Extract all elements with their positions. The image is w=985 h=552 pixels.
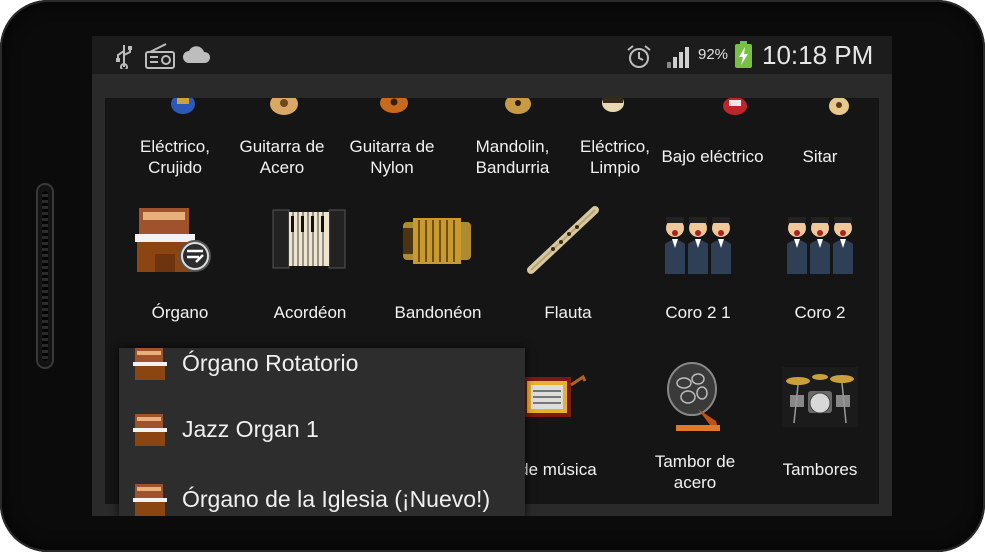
instrument-label: Sitar <box>802 147 838 166</box>
flute-icon <box>527 206 599 274</box>
instrument-label: Tambor de acero <box>654 452 736 492</box>
popup-item-label: Órgano de la Iglesia (¡Nuevo!) <box>182 486 491 512</box>
organ-variant-popup: Órgano Rotatorio Jazz Organ 1 Órgano de … <box>119 348 525 516</box>
instrument-choir-2[interactable]: Coro 2 <box>760 198 879 328</box>
instrument-steel-guitar[interactable]: Guitarra de Acero <box>222 98 342 184</box>
battery-percent: 92% <box>698 46 729 63</box>
accordion-icon <box>272 209 346 269</box>
cloud-icon <box>183 46 211 63</box>
choir-icon <box>665 217 731 274</box>
instrument-label: Órgano <box>151 303 209 322</box>
instrument-label: Guitarra de Nylon <box>349 137 435 177</box>
popup-item-label: Órgano Rotatorio <box>182 350 359 376</box>
instrument-organ[interactable]: Órgano <box>115 198 245 328</box>
usb-icon <box>116 45 132 69</box>
speaker-grille <box>36 183 54 369</box>
battery-charging-icon <box>735 41 752 68</box>
instrument-label: Eléctrico, Crujido <box>140 137 210 177</box>
clock: 10:18 PM <box>762 40 874 70</box>
instrument-flute[interactable]: Flauta <box>503 198 633 328</box>
popup-item-label: Jazz Organ 1 <box>182 416 319 442</box>
radio-icon <box>145 43 175 69</box>
drums-icon <box>782 367 858 427</box>
electric-guitar-icon <box>171 98 195 114</box>
instrument-electric-bass[interactable]: Bajo eléctrico <box>645 98 780 184</box>
organ-small-icon <box>133 484 167 516</box>
steel-guitar-icon <box>270 98 298 115</box>
screen: 92% 10:18 PM Eléctrico, Crujido Guitarra… <box>92 36 892 516</box>
instrument-sitar[interactable]: Sitar <box>765 98 875 184</box>
popup-item-jazz-organ-1[interactable]: Jazz Organ 1 <box>119 404 525 464</box>
status-bar: 92% 10:18 PM <box>92 36 892 74</box>
instrument-label: Coro 2 <box>794 303 846 322</box>
popup-item-rotary-organ[interactable]: Órgano Rotatorio <box>119 348 525 398</box>
organ-small-icon <box>133 348 167 380</box>
instrument-drums[interactable]: Tambores <box>760 353 879 493</box>
instrument-accordion[interactable]: Acordéon <box>245 198 375 328</box>
instrument-label: Acordéon <box>273 303 347 322</box>
sitar-icon <box>829 98 849 115</box>
choir-icon <box>787 217 853 274</box>
instrument-label: Guitarra de Acero <box>239 137 325 177</box>
music-box-icon <box>523 374 587 417</box>
instrument-label: Bajo eléctrico <box>661 147 764 166</box>
instrument-label: Coro 2 1 <box>665 303 731 322</box>
organ-small-icon <box>133 414 167 446</box>
organ-icon <box>135 208 211 272</box>
alarm-icon <box>627 45 651 68</box>
electric-bass-icon <box>723 98 747 115</box>
instrument-label: Flauta <box>544 303 592 322</box>
popup-item-church-organ[interactable]: Órgano de la Iglesia (¡Nuevo!) <box>119 474 525 516</box>
electric-guitar-clean-icon <box>602 98 624 112</box>
instrument-label: Tambores <box>782 460 858 479</box>
instrument-label: Bandonéon <box>394 303 482 322</box>
instrument-electric-crunch[interactable]: Eléctrico, Crujido <box>115 98 235 184</box>
instrument-bandoneon[interactable]: Bandonéon <box>373 198 503 328</box>
bandoneon-icon <box>403 218 471 264</box>
instrument-choir-2-1[interactable]: Coro 2 1 <box>633 198 763 328</box>
mandolin-icon <box>505 98 531 114</box>
steel-drum-icon <box>667 362 720 431</box>
nylon-guitar-icon <box>380 98 408 113</box>
instrument-nylon-guitar[interactable]: Guitarra de Nylon <box>332 98 452 184</box>
instrument-steel-drum[interactable]: Tambor de acero <box>630 353 760 493</box>
signal-icon <box>667 44 693 68</box>
phone-frame: 92% 10:18 PM Eléctrico, Crujido Guitarra… <box>0 0 985 552</box>
